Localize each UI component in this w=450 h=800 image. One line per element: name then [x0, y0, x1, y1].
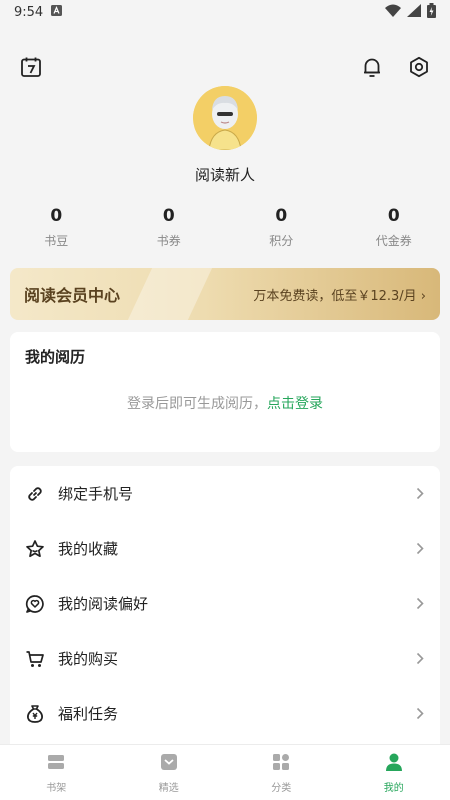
- tab-label: 分类: [271, 782, 292, 794]
- tab-label: 我的: [383, 782, 404, 794]
- status-time: 9:54: [14, 4, 44, 20]
- menu-item-label: 我的收藏: [58, 540, 119, 558]
- wifi-icon: [385, 4, 401, 21]
- stat-shudou[interactable]: 0 书豆: [0, 206, 113, 249]
- notification-a-icon: [51, 4, 63, 20]
- history-tip-text: 登录后即可生成阅历，: [127, 396, 267, 412]
- status-bar: 9:54: [0, 0, 450, 24]
- chevron-right-icon: [416, 485, 424, 504]
- vip-banner[interactable]: 阅读会员中心 万本免费读，低至￥12.3/月 ›: [10, 268, 440, 320]
- calendar-icon[interactable]: [16, 52, 46, 82]
- history-title: 我的阅历: [25, 348, 86, 366]
- menu-item-reading-preference[interactable]: 我的阅读偏好: [10, 576, 440, 631]
- banner-decoration: [127, 268, 213, 320]
- profile-section: 阅读新人: [0, 86, 450, 185]
- menu-item-bind-phone[interactable]: 绑定手机号: [10, 466, 440, 521]
- nickname[interactable]: 阅读新人: [0, 164, 450, 185]
- bookshelf-icon: [46, 752, 66, 776]
- tab-label: 精选: [158, 782, 179, 794]
- stat-value: 0: [162, 206, 175, 226]
- battery-icon: [427, 2, 436, 22]
- stat-points[interactable]: 0 积分: [225, 206, 338, 249]
- settings-icon[interactable]: [404, 52, 434, 82]
- stat-value: 0: [275, 206, 288, 226]
- chevron-right-icon: [416, 650, 424, 669]
- stats-row: 0 书豆 0 书券 0 积分 0 代金券: [0, 206, 450, 249]
- bottom-tab-bar: 书架 精选 分类 我的: [0, 744, 450, 800]
- cart-icon: [24, 648, 46, 670]
- link-icon: [24, 483, 46, 505]
- tab-category[interactable]: 分类: [225, 745, 338, 800]
- tab-bookshelf[interactable]: 书架: [0, 745, 113, 800]
- stat-label: 书豆: [44, 234, 69, 248]
- category-icon: [271, 752, 291, 776]
- menu-list: 绑定手机号 我的收藏 我的阅读偏好 我的购买 福利任务: [10, 466, 440, 756]
- star-icon: [24, 538, 46, 560]
- menu-item-label: 我的阅读偏好: [58, 595, 149, 613]
- avatar[interactable]: [193, 86, 257, 150]
- menu-item-purchases[interactable]: 我的购买: [10, 631, 440, 686]
- chevron-right-icon: [416, 540, 424, 559]
- profile-icon: [384, 752, 404, 776]
- featured-icon: [159, 752, 179, 776]
- bell-icon[interactable]: [357, 52, 387, 82]
- tab-featured[interactable]: 精选: [113, 745, 226, 800]
- menu-item-label: 我的购买: [58, 650, 119, 668]
- tab-profile[interactable]: 我的: [338, 745, 450, 800]
- stat-shuquan[interactable]: 0 书券: [113, 206, 226, 249]
- history-tip: 登录后即可生成阅历，点击登录: [25, 393, 425, 413]
- heart-chat-icon: [24, 593, 46, 615]
- stat-voucher[interactable]: 0 代金券: [338, 206, 450, 249]
- tab-label: 书架: [46, 782, 67, 794]
- stat-label: 书券: [156, 234, 181, 248]
- stat-value: 0: [50, 206, 63, 226]
- vip-title: 阅读会员中心: [24, 286, 121, 305]
- stat-label: 积分: [269, 234, 294, 248]
- menu-item-label: 福利任务: [58, 705, 119, 723]
- login-link[interactable]: 点击登录: [267, 396, 323, 412]
- top-bar: [0, 52, 450, 86]
- menu-item-welfare-tasks[interactable]: 福利任务: [10, 686, 440, 741]
- chevron-right-icon: [416, 705, 424, 724]
- menu-item-label: 绑定手机号: [58, 485, 134, 503]
- money-bag-icon: [24, 703, 46, 725]
- chevron-right-icon: [416, 595, 424, 614]
- reading-history-card: 我的阅历 登录后即可生成阅历，点击登录: [10, 332, 440, 452]
- stat-label: 代金券: [375, 234, 412, 248]
- menu-item-favorites[interactable]: 我的收藏: [10, 521, 440, 576]
- vip-subtitle: 万本免费读，低至￥12.3/月 ›: [253, 288, 426, 304]
- signal-icon: [407, 3, 421, 21]
- stat-value: 0: [387, 206, 400, 226]
